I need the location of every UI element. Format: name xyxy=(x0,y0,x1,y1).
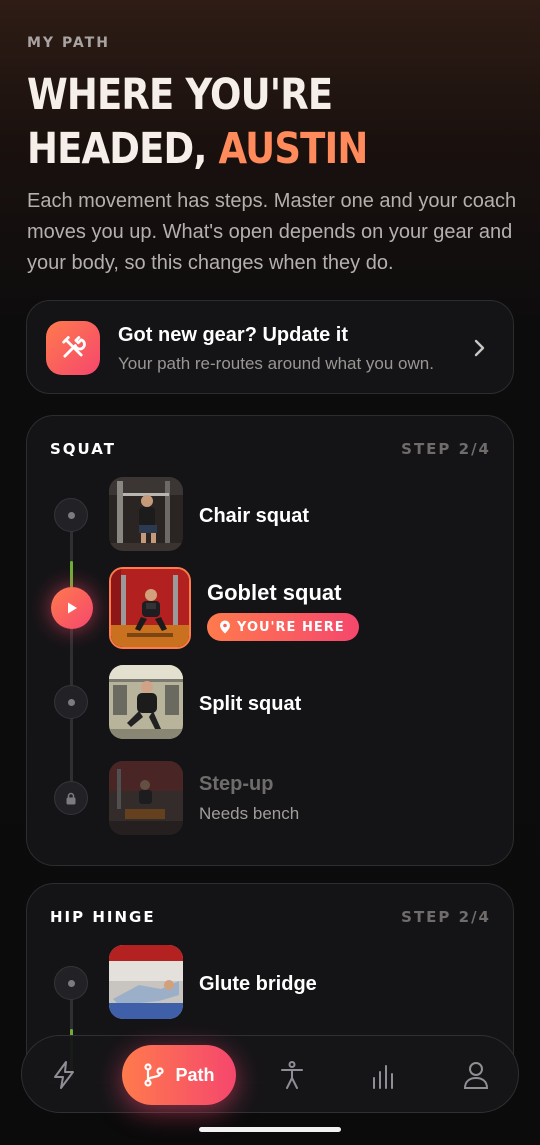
step-node-open xyxy=(54,685,88,719)
group-title: HIP HINGE xyxy=(50,908,156,926)
lock-icon xyxy=(66,792,76,804)
headline-line-1: WHERE YOU'RE xyxy=(27,70,333,120)
location-pin-icon xyxy=(220,620,230,634)
step-node-done xyxy=(54,498,88,532)
body-icon[interactable] xyxy=(272,1055,312,1095)
group-step-progress: STEP 2/4 xyxy=(401,440,491,458)
page-title: WHERE YOU'RE HEADED, AUSTIN xyxy=(27,68,448,176)
exercise-name[interactable]: Chair squat xyxy=(199,505,309,528)
exercise-thumbnail[interactable] xyxy=(109,477,183,551)
step-node-locked xyxy=(54,781,88,815)
headline-prefix: HEADED, xyxy=(27,124,219,174)
intro-text: Each movement has steps. Master one and … xyxy=(27,190,517,274)
home-indicator xyxy=(199,1127,341,1132)
youre-here-badge: YOU'RE HERE xyxy=(207,613,359,641)
exercise-name[interactable]: Split squat xyxy=(199,693,301,716)
path-icon xyxy=(144,1063,165,1087)
headline-line-2: HEADED, AUSTIN xyxy=(27,122,448,176)
tools-icon xyxy=(46,321,100,375)
update-gear-card[interactable]: Got new gear? Update it Your path re-rou… xyxy=(26,300,514,394)
chevron-right-icon xyxy=(474,339,485,357)
nav-tab-path[interactable]: Path xyxy=(122,1045,236,1105)
exercise-name-locked: Step-up xyxy=(199,773,274,795)
user-name: AUSTIN xyxy=(218,124,369,174)
movement-group-squat: SQUAT STEP 2/4 Chair squat Goblet squat … xyxy=(26,415,514,866)
nav-active-label: Path xyxy=(175,1064,215,1085)
eyebrow-label: MY PATH xyxy=(27,35,110,51)
youre-here-label: YOU'RE HERE xyxy=(237,619,345,635)
exercise-thumbnail-locked xyxy=(109,761,183,835)
gear-card-subtitle: Your path re-routes around what you own. xyxy=(118,354,434,373)
group-title: SQUAT xyxy=(50,440,116,458)
exercise-thumbnail[interactable] xyxy=(109,945,183,1019)
step-node-done xyxy=(54,966,88,1000)
bolt-icon[interactable] xyxy=(44,1055,84,1095)
group-step-progress: STEP 2/4 xyxy=(401,908,491,926)
exercise-name-current[interactable]: Goblet squat xyxy=(207,580,341,606)
exercise-name[interactable]: Glute bridge xyxy=(199,973,317,996)
gear-card-title: Got new gear? Update it xyxy=(118,324,349,346)
exercise-thumbnail-current[interactable] xyxy=(109,567,191,649)
exercise-requirement-note: Needs bench xyxy=(199,804,300,823)
play-icon[interactable] xyxy=(51,587,93,629)
exercise-thumbnail[interactable] xyxy=(109,665,183,739)
profile-icon[interactable] xyxy=(456,1055,496,1095)
stats-icon[interactable] xyxy=(364,1055,404,1095)
bottom-nav: Path xyxy=(21,1035,519,1113)
